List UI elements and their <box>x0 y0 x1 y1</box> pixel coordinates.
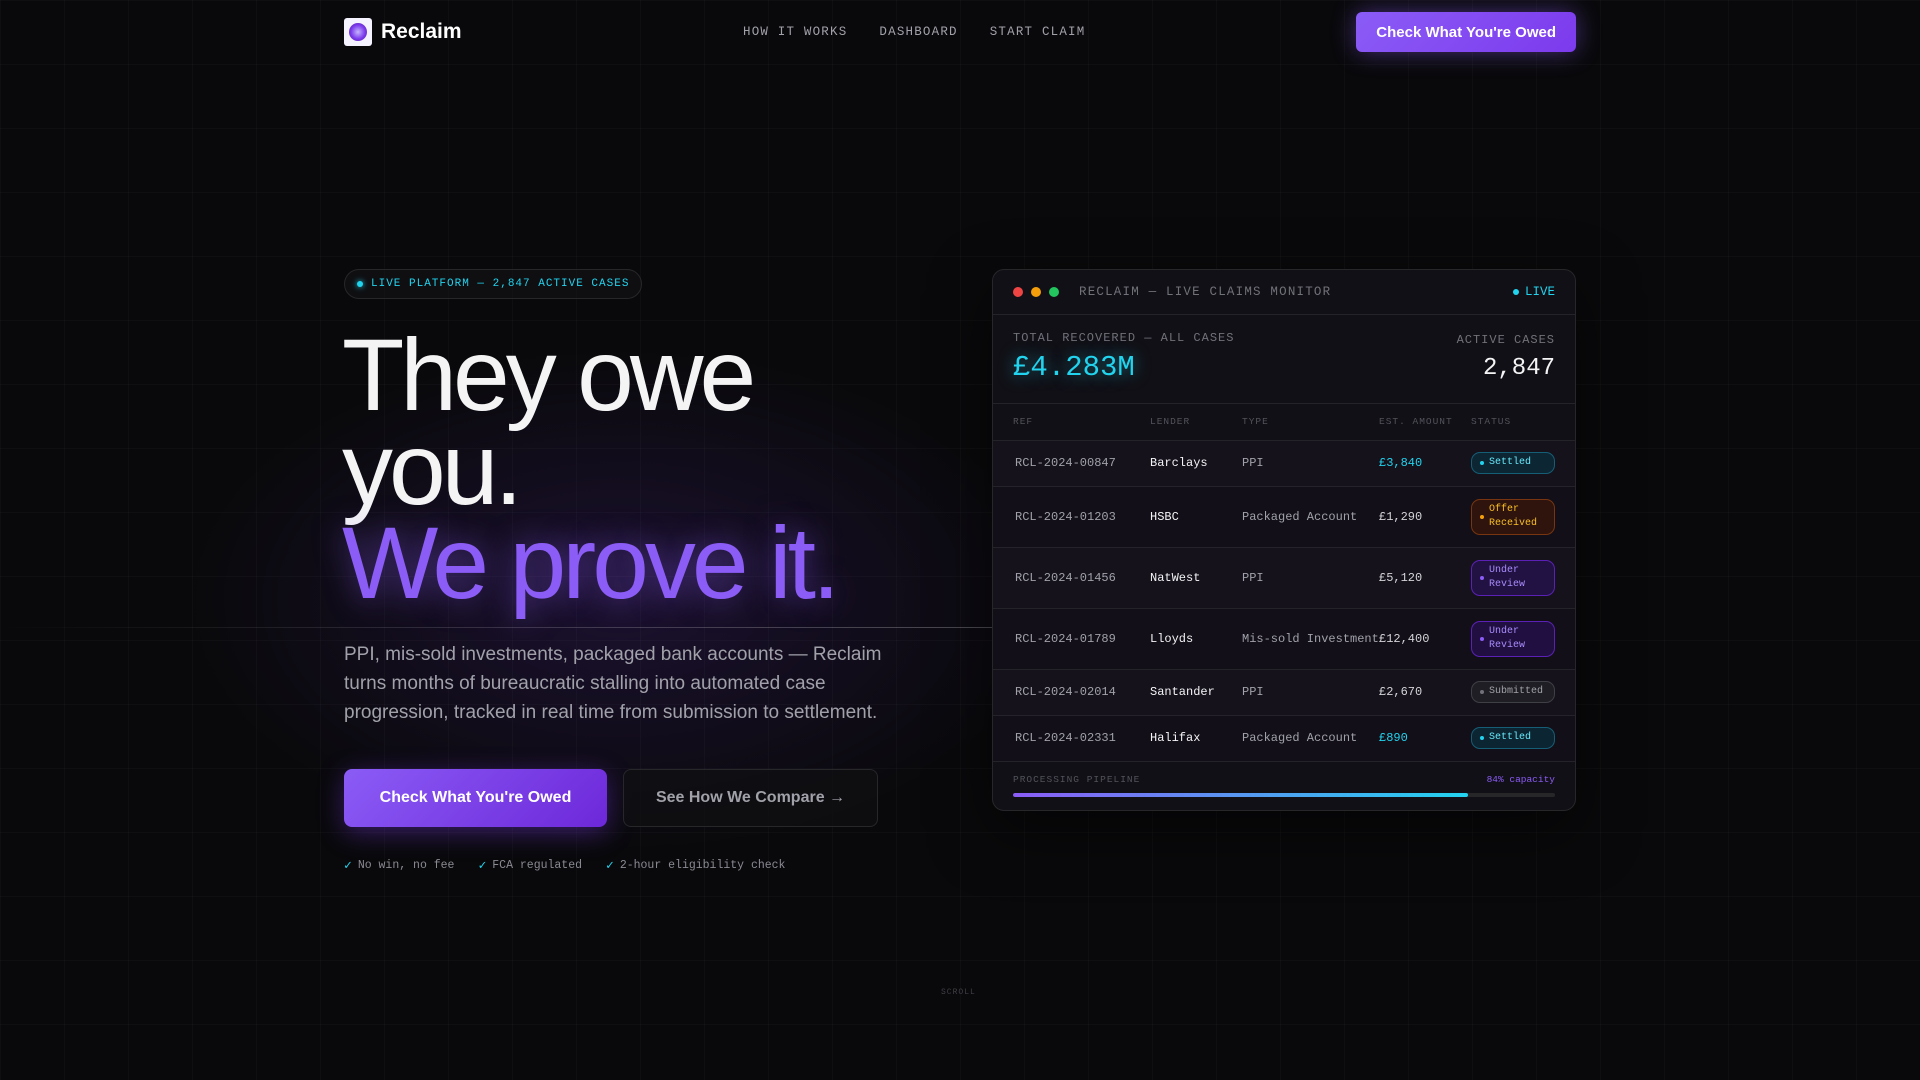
cell-lender: HSBC <box>1150 486 1242 548</box>
table-row[interactable]: RCL-2024-02331 Halifax Packaged Account … <box>993 715 1575 762</box>
claims-table: REF LENDER TYPE EST. AMOUNT STATUS RCL-2… <box>993 404 1575 762</box>
trust-list: ✓ No win, no fee ✓ FCA regulated ✓ 2-hou… <box>344 858 785 873</box>
active-cases-block: ACTIVE CASES 2,847 <box>1457 333 1555 382</box>
trust-item: ✓ FCA regulated <box>478 858 582 873</box>
col-header-status: STATUS <box>1471 404 1575 441</box>
cell-amount: £12,400 <box>1379 608 1471 670</box>
brand[interactable]: Reclaim <box>344 18 462 46</box>
cell-ref: RCL-2024-01203 <box>993 486 1150 548</box>
headline-line-1: They owe <box>342 318 756 432</box>
trust-item-label: FCA regulated <box>492 859 582 872</box>
top-nav: Reclaim HOW IT WORKS DASHBOARD START CLA… <box>344 12 1576 52</box>
table-row[interactable]: RCL-2024-00847 Barclays PPI £3,840 Settl… <box>993 440 1575 487</box>
cell-ref: RCL-2024-01456 <box>993 547 1150 609</box>
cell-ref: RCL-2024-02014 <box>993 669 1150 716</box>
pipeline-progress-fill <box>1013 792 1469 797</box>
table-row[interactable]: RCL-2024-01456 NatWest PPI £5,120 Under … <box>993 547 1575 609</box>
cell-ref: RCL-2024-01789 <box>993 608 1150 670</box>
cell-type: Packaged Account <box>1242 486 1379 548</box>
col-header-type: TYPE <box>1242 404 1379 441</box>
cell-type: PPI <box>1242 669 1379 716</box>
pipeline-label: PROCESSING PIPELINE <box>1013 773 1141 785</box>
nav-link-dashboard[interactable]: DASHBOARD <box>879 25 957 39</box>
cell-lender: Santander <box>1150 669 1242 716</box>
cell-status: Offer Received <box>1471 486 1575 548</box>
cell-lender: Halifax <box>1150 715 1242 762</box>
status-badge: Offer Received <box>1471 498 1555 535</box>
cell-amount: £5,120 <box>1379 547 1471 609</box>
cell-lender: Barclays <box>1150 440 1242 487</box>
live-dot-icon <box>1512 289 1519 295</box>
trust-item-label: 2-hour eligibility check <box>619 859 786 872</box>
scroll-hint: SCROLL <box>941 988 976 997</box>
headline-line-2: you. <box>342 412 523 526</box>
panel-header: RECLAIM — LIVE CLAIMS MONITOR LIVE <box>993 270 1575 315</box>
claims-monitor-panel: RECLAIM — LIVE CLAIMS MONITOR LIVE TOTAL… <box>992 269 1576 811</box>
check-icon: ✓ <box>478 858 487 873</box>
hero-description: PPI, mis-sold investments, packaged bank… <box>344 644 882 723</box>
trust-item-label: No win, no fee <box>357 859 455 872</box>
live-dot-icon <box>357 281 363 287</box>
panel-live-label: LIVE <box>1524 285 1555 299</box>
cell-ref: RCL-2024-02331 <box>993 715 1150 762</box>
cell-amount: £3,840 <box>1379 440 1471 487</box>
orb-logo-icon <box>344 18 372 46</box>
live-platform-text: LIVE PLATFORM — 2,847 ACTIVE CASES <box>371 278 630 290</box>
window-close-dot-icon <box>1013 287 1023 297</box>
brand-name: Reclaim <box>381 20 462 43</box>
table-row[interactable]: RCL-2024-01203 HSBC Packaged Account £1,… <box>993 486 1575 548</box>
processing-pipeline: PROCESSING PIPELINE 84% capacity <box>993 762 1575 811</box>
table-row[interactable]: RCL-2024-02014 Santander PPI £2,670 Subm… <box>993 669 1575 716</box>
cell-type: Packaged Account <box>1242 715 1379 762</box>
check-icon: ✓ <box>344 858 352 873</box>
cell-type: PPI <box>1242 547 1379 609</box>
col-header-lender: LENDER <box>1150 404 1242 441</box>
cell-amount: £890 <box>1379 715 1471 762</box>
status-badge: Settled <box>1471 452 1555 474</box>
check-owed-button[interactable]: Check What You're Owed <box>344 769 607 827</box>
check-icon: ✓ <box>606 858 614 873</box>
nav-link-start-claim[interactable]: START CLAIM <box>990 25 1086 39</box>
pipeline-progress-track <box>1013 792 1555 797</box>
status-badge: Submitted <box>1471 681 1555 703</box>
col-header-amount: EST. AMOUNT <box>1379 404 1471 441</box>
table-header-row: REF LENDER TYPE EST. AMOUNT STATUS <box>993 404 1575 441</box>
panel-live-indicator: LIVE <box>1512 285 1555 299</box>
cell-status: Settled <box>1471 715 1575 762</box>
see-how-we-compare-button[interactable]: See How We Compare → <box>623 769 878 827</box>
table-row[interactable]: RCL-2024-01789 Lloyds Mis-sold Investmen… <box>993 608 1575 670</box>
panel-title: RECLAIM — LIVE CLAIMS MONITOR <box>1079 285 1332 299</box>
cell-lender: Lloyds <box>1150 608 1242 670</box>
active-cases-value: 2,847 <box>1482 355 1555 382</box>
headline-line-3: We prove it. <box>342 506 840 620</box>
trust-item: ✓ No win, no fee <box>344 858 454 873</box>
nav-link-how-it-works[interactable]: HOW IT WORKS <box>743 25 847 39</box>
cell-type: PPI <box>1242 440 1379 487</box>
window-maximize-dot-icon <box>1049 287 1059 297</box>
cell-status: Settled <box>1471 440 1575 487</box>
pipeline-capacity: 84% capacity <box>1486 773 1555 785</box>
nav-check-owed-button[interactable]: Check What You're Owed <box>1356 12 1576 52</box>
status-badge: Settled <box>1471 727 1555 749</box>
active-cases-label: ACTIVE CASES <box>1456 333 1555 347</box>
window-minimize-dot-icon <box>1031 287 1041 297</box>
cell-lender: NatWest <box>1150 547 1242 609</box>
hero-divider <box>0 627 1000 628</box>
live-platform-pill: LIVE PLATFORM — 2,847 ACTIVE CASES <box>344 269 643 299</box>
hero-headline: They owe you. We prove it. <box>342 318 902 620</box>
stats-block: TOTAL RECOVERED — ALL CASES £4.283M ACTI… <box>993 315 1575 404</box>
nav-links: HOW IT WORKS DASHBOARD START CLAIM <box>743 25 1085 39</box>
cell-status: Under Review <box>1471 608 1575 670</box>
cell-ref: RCL-2024-00847 <box>993 440 1150 487</box>
col-header-ref: REF <box>993 404 1150 441</box>
cell-amount: £2,670 <box>1379 669 1471 716</box>
trust-item: ✓ 2-hour eligibility check <box>606 858 785 873</box>
cell-status: Submitted <box>1471 669 1575 716</box>
status-badge: Under Review <box>1471 620 1555 657</box>
cell-type: Mis-sold Investment <box>1242 608 1379 670</box>
cell-amount: £1,290 <box>1379 486 1471 548</box>
cell-status: Under Review <box>1471 547 1575 609</box>
status-badge: Under Review <box>1471 559 1555 596</box>
